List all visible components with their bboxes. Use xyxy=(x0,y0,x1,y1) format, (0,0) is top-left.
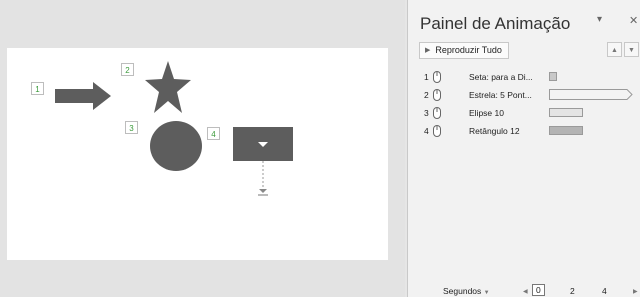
seconds-label: Segundos xyxy=(443,286,482,296)
timing-bar[interactable] xyxy=(549,108,583,117)
play-all-button[interactable]: ▶ Reproduzir Tudo xyxy=(419,42,509,59)
mouse-icon xyxy=(433,89,441,101)
star-shape[interactable] xyxy=(145,61,191,113)
pane-title: Painel de Animação xyxy=(420,14,571,33)
timeline-tick-0: 0 xyxy=(532,284,545,296)
slide-editing-area: 1 2 3 4 xyxy=(0,0,405,297)
animation-label: Retângulo 12 xyxy=(469,126,520,136)
animation-item-3[interactable]: 3 Elipse 10 xyxy=(424,106,634,122)
mouse-icon xyxy=(433,125,441,137)
timing-bar[interactable] xyxy=(549,72,557,81)
animation-pane: Painel de Animação ▾ ✕ ▶ Reproduzir Tudo… xyxy=(408,0,640,297)
close-icon[interactable]: ✕ xyxy=(629,14,638,27)
timeline-tick-2: 2 xyxy=(570,286,575,296)
animation-item-1[interactable]: 1 Seta: para a Di... xyxy=(424,70,634,86)
timing-bar[interactable] xyxy=(549,126,583,135)
scroll-right-icon[interactable]: ▶ xyxy=(633,288,638,295)
animation-number: 1 xyxy=(424,72,429,82)
animation-tag-1[interactable]: 1 xyxy=(31,82,44,95)
play-icon: ▶ xyxy=(425,47,431,54)
move-up-button[interactable]: ▲ xyxy=(607,42,622,57)
animation-label: Elipse 10 xyxy=(469,108,504,118)
timeline: Segundos ▼ ◀ 0 2 4 ▶ xyxy=(408,283,640,297)
animation-tag-3[interactable]: 3 xyxy=(125,121,138,134)
animation-tag-4[interactable]: 4 xyxy=(207,127,220,140)
mouse-icon xyxy=(433,107,441,119)
ellipse-shape[interactable] xyxy=(149,120,203,172)
slide-canvas[interactable]: 1 2 3 4 xyxy=(7,48,388,260)
mouse-icon xyxy=(433,71,441,83)
animation-label: Estrela: 5 Pont... xyxy=(469,90,532,100)
play-all-label: Reproduzir Tudo xyxy=(435,45,502,55)
animation-item-2[interactable]: 2 Estrela: 5 Pont... xyxy=(424,88,634,104)
animation-item-4[interactable]: 4 Retângulo 12 xyxy=(424,124,634,140)
animation-number: 2 xyxy=(424,90,429,100)
chevron-down-icon: ▼ xyxy=(483,290,490,296)
animation-number: 3 xyxy=(424,108,429,118)
dropdown-icon[interactable]: ▾ xyxy=(597,14,602,25)
timing-bar[interactable] xyxy=(549,89,633,100)
scroll-left-icon[interactable]: ◀ xyxy=(523,288,528,295)
move-down-button[interactable]: ▼ xyxy=(624,42,639,57)
seconds-dropdown[interactable]: Segundos ▼ xyxy=(443,286,490,296)
rectangle-shape[interactable] xyxy=(231,127,295,201)
right-arrow-shape[interactable] xyxy=(55,82,113,110)
timeline-tick-4: 4 xyxy=(602,286,607,296)
animation-number: 4 xyxy=(424,126,429,136)
animation-tag-2[interactable]: 2 xyxy=(121,63,134,76)
animation-label: Seta: para a Di... xyxy=(469,72,533,82)
